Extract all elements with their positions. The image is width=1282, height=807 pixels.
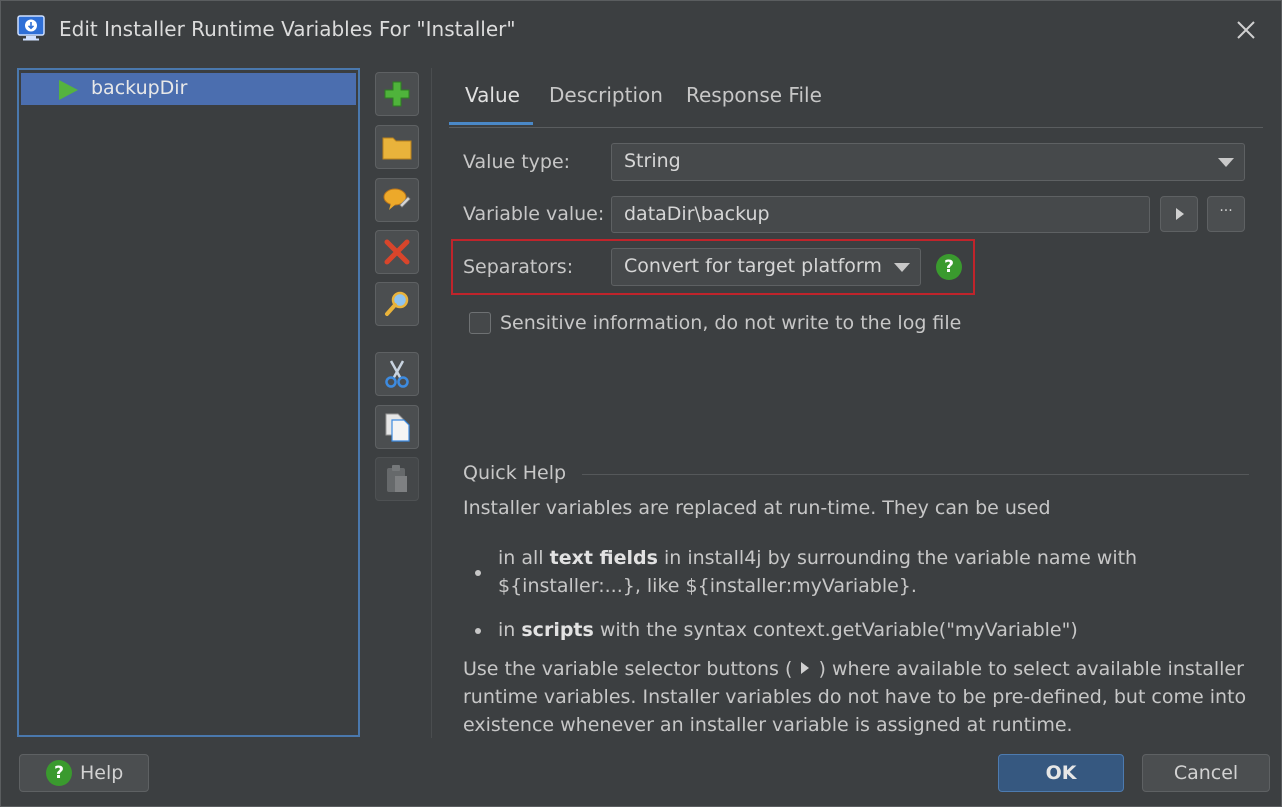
comment-icon	[383, 188, 411, 210]
quick-help-title: Quick Help	[463, 462, 567, 484]
sensitive-checkbox[interactable]	[469, 312, 491, 334]
question-help-icon[interactable]: ?	[936, 254, 962, 280]
paste-button[interactable]	[375, 457, 419, 501]
variable-value-text: dataDir\backup	[624, 203, 770, 225]
quick-help-intro: Installer variables are replaced at run-…	[463, 497, 1051, 519]
delete-x-icon	[384, 239, 410, 265]
add-comment-button[interactable]	[375, 178, 419, 222]
tab-value[interactable]: Value	[465, 83, 520, 107]
tree-item-backupdir[interactable]: backupDir	[21, 73, 356, 105]
quick-help-separator	[582, 474, 1249, 475]
plus-icon	[384, 81, 410, 107]
cancel-button[interactable]: Cancel	[1142, 754, 1270, 792]
help-button-label: Help	[80, 762, 124, 784]
help-button[interactable]: ? Help	[19, 754, 149, 792]
tree-item-label: backupDir	[91, 77, 188, 99]
outro-line3: existence whenever an installer variable…	[463, 714, 1073, 736]
variable-value-input[interactable]: dataDir\backup	[611, 196, 1150, 233]
bullet-dot	[475, 628, 481, 634]
dialog-window: Edit Installer Runtime Variables For "In…	[0, 0, 1282, 807]
value-type-selected: String	[624, 150, 681, 172]
cut-button[interactable]	[375, 352, 419, 396]
separators-label: Separators:	[463, 256, 574, 278]
quick-help-outro: Use the variable selector buttons ( ) wh…	[463, 655, 1246, 739]
bullet2-bold: scripts	[521, 619, 594, 641]
search-button[interactable]	[375, 282, 419, 326]
magnifier-icon	[385, 291, 409, 316]
play-arrow-icon	[801, 662, 810, 674]
panel-divider	[431, 68, 432, 738]
variable-tree[interactable]: backupDir	[17, 68, 360, 737]
quick-help-bullet-1: in all text fields in install4j by surro…	[498, 544, 1137, 600]
ellipsis-icon: ···	[1219, 203, 1233, 219]
installer-app-icon	[17, 15, 45, 41]
quick-help-bullet-2: in scripts with the syntax context.getVa…	[498, 616, 1078, 644]
bullet-dot	[475, 570, 481, 576]
outro-line1-post: ) where available to select available in…	[818, 658, 1244, 680]
add-variable-button[interactable]	[375, 72, 419, 116]
outro-line1-pre: Use the variable selector buttons (	[463, 658, 793, 680]
bullet2-text-post: with the syntax context.getVariable("myV…	[593, 619, 1078, 641]
variable-play-icon	[59, 80, 78, 100]
scissors-icon	[385, 360, 409, 388]
variable-value-label: Variable value:	[463, 203, 605, 225]
outro-line2: runtime variables. Installer variables d…	[463, 686, 1247, 708]
clipboard-icon	[387, 465, 407, 492]
variable-selector-button[interactable]	[1160, 196, 1198, 232]
browse-button[interactable]: ···	[1207, 196, 1245, 232]
bullet1-text-post: in install4j by surrounding the variable…	[657, 547, 1138, 569]
tab-description[interactable]: Description	[549, 83, 663, 107]
folder-icon	[382, 137, 412, 160]
value-type-select[interactable]: String	[611, 143, 1245, 181]
chevron-down-icon	[1218, 158, 1234, 167]
separators-selected: Convert for target platform	[624, 255, 882, 277]
delete-button[interactable]	[375, 230, 419, 274]
tab-response-file[interactable]: Response File	[686, 83, 822, 107]
copy-icon	[385, 413, 410, 442]
sensitive-label[interactable]: Sensitive information, do not write to t…	[500, 312, 961, 334]
tab-bar: Value Description Response File	[449, 75, 1263, 128]
bullet1-line2: ${installer:...}, like ${installer:myVar…	[498, 575, 917, 597]
window-title: Edit Installer Runtime Variables For "In…	[59, 17, 516, 41]
copy-button[interactable]	[375, 405, 419, 449]
ok-button[interactable]: OK	[998, 754, 1124, 792]
add-folder-button[interactable]	[375, 125, 419, 169]
question-help-icon: ?	[46, 760, 72, 786]
value-type-label: Value type:	[463, 151, 571, 173]
bullet1-text-pre: in all	[498, 547, 550, 569]
title-bar: Edit Installer Runtime Variables For "In…	[1, 1, 1281, 59]
active-tab-indicator	[449, 122, 533, 125]
separators-select[interactable]: Convert for target platform	[611, 248, 921, 286]
bullet1-bold: text fields	[549, 547, 658, 569]
bullet2-text-pre: in	[498, 619, 522, 641]
chevron-down-icon	[894, 263, 910, 272]
play-arrow-icon	[1176, 208, 1184, 220]
close-icon[interactable]	[1231, 15, 1261, 45]
